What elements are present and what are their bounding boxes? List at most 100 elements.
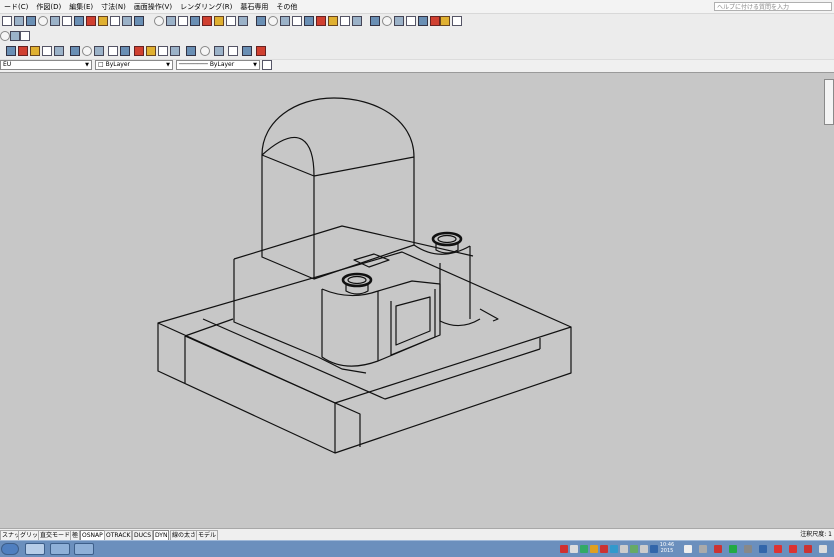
cad-tool-icons[interactable] (86, 16, 96, 26)
cad-tool-icons[interactable] (108, 46, 118, 56)
menu-mode[interactable]: ード(C) (0, 2, 32, 12)
cad-tool-icons[interactable] (440, 16, 450, 26)
cad-tool-icons[interactable] (256, 46, 266, 56)
menu-render[interactable]: レンダリング(R) (176, 2, 236, 12)
tray-icon[interactable] (684, 545, 692, 553)
cad-tool-icons[interactable] (328, 16, 338, 26)
cad-tool-icons[interactable] (186, 46, 196, 56)
cad-tool-icons[interactable] (82, 46, 92, 56)
cad-tool-icons[interactable] (38, 16, 48, 26)
cad-tool-icons[interactable] (280, 16, 290, 26)
tray-icon[interactable] (610, 545, 618, 553)
cad-tool-icons[interactable] (18, 46, 28, 56)
cad-tool-icons[interactable] (214, 46, 224, 56)
cad-tool-icons[interactable] (70, 46, 80, 56)
chrome-icon[interactable] (50, 543, 70, 555)
cad-tool-icons[interactable] (226, 16, 236, 26)
cad-tool-icons[interactable] (54, 46, 64, 56)
cad-tool-icons[interactable] (304, 16, 314, 26)
cad-tool-icons[interactable] (382, 16, 392, 26)
cad-tool-icons[interactable] (110, 16, 120, 26)
menu-edit[interactable]: 編集(E) (65, 2, 97, 12)
menu-draw[interactable]: 作図(D) (32, 2, 65, 12)
clock[interactable]: 10:46 2015 (656, 542, 678, 554)
cad-tool-icons[interactable] (26, 16, 36, 26)
cad-app-icon[interactable] (74, 543, 94, 555)
cad-tool-icons[interactable] (256, 16, 266, 26)
cad-tool-icons[interactable] (238, 16, 248, 26)
cad-tool-icons[interactable] (98, 16, 108, 26)
tray-icon[interactable] (774, 545, 782, 553)
cad-tool-icons[interactable] (202, 16, 212, 26)
cad-tool-icons[interactable] (30, 46, 40, 56)
menu-dimension[interactable]: 寸法(N) (97, 2, 130, 12)
cad-tool-icons[interactable] (170, 46, 180, 56)
layer-combo[interactable]: EU ▼ (0, 60, 92, 70)
cad-tool-icons[interactable] (268, 16, 278, 26)
cad-tool-icons[interactable] (200, 46, 210, 56)
cad-tool-icons[interactable] (10, 31, 20, 41)
color-combo[interactable]: □ ByLayer ▼ (95, 60, 173, 70)
tray-icon[interactable] (600, 545, 608, 553)
cad-tool-icons[interactable] (50, 16, 60, 26)
cad-tool-icons[interactable] (94, 46, 104, 56)
tray-icon[interactable] (640, 545, 648, 553)
cad-tool-icons[interactable] (340, 16, 350, 26)
tray-icon[interactable] (570, 545, 578, 553)
menu-other[interactable]: その他 (272, 2, 301, 12)
help-search-input[interactable]: ヘルプに付ける質問を入力 (714, 2, 832, 11)
tray-icon[interactable] (744, 545, 752, 553)
annotation-scale[interactable]: 注釈尺度: 1 (800, 530, 832, 539)
cad-tool-icons[interactable] (406, 16, 416, 26)
menu-tombstone[interactable]: 墓石専用 (236, 2, 272, 12)
cad-tool-icons[interactable] (2, 16, 12, 26)
cad-tool-icons[interactable] (158, 46, 168, 56)
tray-icon[interactable] (819, 545, 827, 553)
tray-icon[interactable] (759, 545, 767, 553)
cad-tool-icons[interactable] (452, 16, 462, 26)
cad-tool-icons[interactable] (0, 31, 10, 41)
cad-tool-icons[interactable] (214, 16, 224, 26)
tray-icon[interactable] (804, 545, 812, 553)
tray-icon[interactable] (590, 545, 598, 553)
cad-tool-icons[interactable] (418, 16, 428, 26)
tray-icon[interactable] (560, 545, 568, 553)
cad-tool-icons[interactable] (74, 16, 84, 26)
cad-tool-icons[interactable] (120, 46, 130, 56)
cad-tool-icons[interactable] (122, 16, 132, 26)
cad-tool-icons[interactable] (178, 16, 188, 26)
cad-tool-icons[interactable] (292, 16, 302, 26)
tray-icon[interactable] (580, 545, 588, 553)
tray-icon[interactable] (714, 545, 722, 553)
lineweight-icon[interactable] (262, 60, 272, 70)
cad-tool-icons[interactable] (146, 46, 156, 56)
skype-icon[interactable] (25, 543, 45, 555)
tray-icon[interactable] (620, 545, 628, 553)
cad-tool-icons[interactable] (228, 46, 238, 56)
cad-tool-icons[interactable] (14, 16, 24, 26)
cad-tool-icons[interactable] (166, 16, 176, 26)
cad-tool-icons[interactable] (42, 46, 52, 56)
tray-icon[interactable] (630, 545, 638, 553)
tray-icon[interactable] (729, 545, 737, 553)
cad-tool-icons[interactable] (154, 16, 164, 26)
cad-tool-icons[interactable] (134, 16, 144, 26)
start-button-icon[interactable] (1, 543, 19, 555)
cad-tool-icons[interactable] (430, 16, 440, 26)
cad-tool-icons[interactable] (352, 16, 362, 26)
cad-tool-icons[interactable] (316, 16, 326, 26)
cad-tool-icons[interactable] (6, 46, 16, 56)
cad-tool-icons[interactable] (20, 31, 30, 41)
tray-icon[interactable] (699, 545, 707, 553)
cad-tool-icons[interactable] (134, 46, 144, 56)
tray-icon[interactable] (789, 545, 797, 553)
menu-view[interactable]: 画面操作(V) (130, 2, 176, 12)
cad-tool-icons[interactable] (394, 16, 404, 26)
cad-tool-icons[interactable] (62, 16, 72, 26)
viewcube-icon[interactable] (824, 79, 834, 125)
cad-tool-icons[interactable] (370, 16, 380, 26)
drawing-canvas[interactable] (0, 72, 834, 528)
cad-tool-icons[interactable] (190, 16, 200, 26)
cad-tool-icons[interactable] (242, 46, 252, 56)
linetype-combo[interactable]: ──────── ByLayer ▼ (176, 60, 260, 70)
